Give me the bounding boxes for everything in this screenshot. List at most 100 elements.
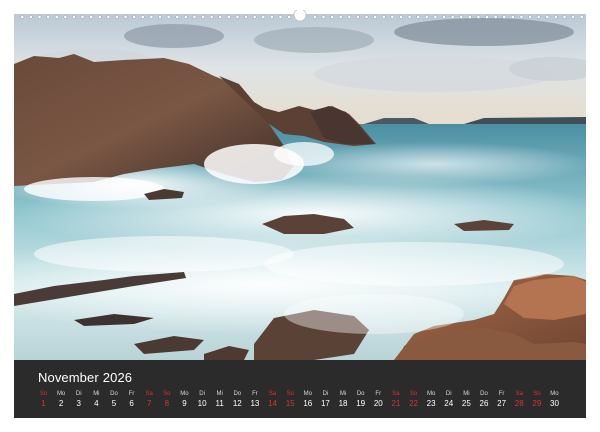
day-number: 21 <box>391 399 401 408</box>
binding-ring <box>287 15 291 19</box>
binding-ring <box>123 15 128 19</box>
day-grid: So 1 Mo 2 Di 3 Mi 4 Do 5 Fr 6 Sa 7 So 8 Mo 9 Di 10 Mi 11 Do 12 F… <box>35 390 581 412</box>
binding-ring <box>226 15 231 19</box>
binding-ring <box>201 15 205 19</box>
day-number: 7 <box>146 399 152 408</box>
binding-ring <box>381 15 386 19</box>
binding-ring <box>528 15 532 19</box>
year: 2026 <box>102 370 133 385</box>
day-cell: Mi 25 <box>458 390 475 410</box>
weekday-label: Sa <box>392 391 400 397</box>
binding-ring <box>330 15 334 19</box>
binding-ring <box>140 15 145 19</box>
binding-ring <box>166 15 171 19</box>
binding-ring <box>450 15 455 19</box>
day-cell: Di 10 <box>194 390 211 410</box>
weekday-label: Fr <box>252 391 258 397</box>
day-cell: Di 17 <box>317 390 334 410</box>
day-number: 20 <box>373 399 383 408</box>
day-number: 15 <box>285 399 295 408</box>
binding-ring <box>278 15 283 19</box>
binding-ring <box>106 15 111 19</box>
binding-ring <box>46 15 50 19</box>
binding-ring <box>209 15 214 19</box>
day-cell: Do 5 <box>105 390 122 410</box>
weekday-label: Sa <box>268 391 277 397</box>
binding-ring <box>63 15 68 19</box>
day-number: 30 <box>550 399 559 408</box>
binding-ring <box>80 15 85 19</box>
day-cell: Do 12 <box>229 390 246 410</box>
day-number: 2 <box>58 399 64 408</box>
weekday-label: Di <box>199 391 205 397</box>
day-cell: Sa 14 <box>264 390 281 410</box>
day-number: 27 <box>497 399 507 408</box>
day-number: 9 <box>182 399 187 408</box>
month-title: November 2026 <box>38 370 132 385</box>
day-number: 11 <box>215 399 224 408</box>
weekday-label: Fr <box>128 391 135 397</box>
day-number: 24 <box>444 399 454 408</box>
binding-ring <box>562 15 567 19</box>
day-cell: Di 24 <box>440 390 457 410</box>
day-number: 10 <box>197 399 207 408</box>
binding-ring <box>132 15 137 19</box>
spiral-binding <box>18 10 586 24</box>
day-number: 17 <box>320 399 330 408</box>
day-number: 5 <box>111 399 117 408</box>
weekday-label: Mo <box>56 391 66 397</box>
binding-ring <box>433 15 438 19</box>
weekday-label: Di <box>322 391 329 397</box>
binding-ring <box>347 15 352 19</box>
day-number: 8 <box>164 399 170 408</box>
binding-ring <box>270 15 274 19</box>
weekday-label: So <box>533 391 541 397</box>
landscape-photo <box>14 14 586 360</box>
binding-ring <box>29 15 33 19</box>
day-cell: Mi 18 <box>335 390 352 410</box>
day-number: 1 <box>41 399 46 408</box>
day-cell: So 22 <box>405 390 422 410</box>
binding-ring <box>244 15 248 19</box>
binding-ring <box>373 15 378 19</box>
binding-ring <box>218 15 223 19</box>
binding-ring <box>321 15 326 19</box>
weekday-label: Mo <box>426 391 436 397</box>
day-cell: Sa 7 <box>141 390 158 410</box>
binding-ring <box>502 15 507 19</box>
binding-ring <box>72 15 76 19</box>
day-cell: Mo 9 <box>176 390 193 410</box>
day-number: 19 <box>356 399 366 408</box>
weekday-label: Sa <box>145 391 153 397</box>
day-cell: Mo 16 <box>299 390 316 410</box>
day-number: 25 <box>461 399 471 408</box>
month-name: November <box>38 370 99 385</box>
weekday-label: Do <box>356 391 365 397</box>
day-number: 26 <box>479 399 489 408</box>
weekday-label: Mo <box>550 391 559 397</box>
binding-ring <box>235 15 240 19</box>
binding-ring <box>536 15 541 19</box>
day-cell: Mo 30 <box>546 390 563 410</box>
binding-ring <box>519 15 524 19</box>
day-cell: Mi 4 <box>88 390 105 410</box>
day-number: 16 <box>303 399 313 408</box>
binding-ring <box>252 15 257 19</box>
binding-ring <box>493 15 498 19</box>
binding-ring <box>261 15 266 19</box>
day-cell: Fr 6 <box>123 390 140 410</box>
binding-ring <box>192 15 197 19</box>
binding-ring <box>407 15 412 19</box>
binding-ring <box>158 15 162 19</box>
day-cell: So 15 <box>282 390 299 410</box>
binding-ring <box>485 15 489 19</box>
day-cell: Do 26 <box>476 390 493 410</box>
day-cell: So 8 <box>158 390 175 410</box>
day-cell: Do 19 <box>352 390 369 410</box>
binding-ring <box>390 15 395 19</box>
day-number: 6 <box>129 399 134 408</box>
day-cell: Fr 27 <box>493 390 510 410</box>
day-cell: Mi 11 <box>211 390 228 410</box>
binding-ring <box>545 15 550 19</box>
weekday-label: So <box>409 391 418 397</box>
